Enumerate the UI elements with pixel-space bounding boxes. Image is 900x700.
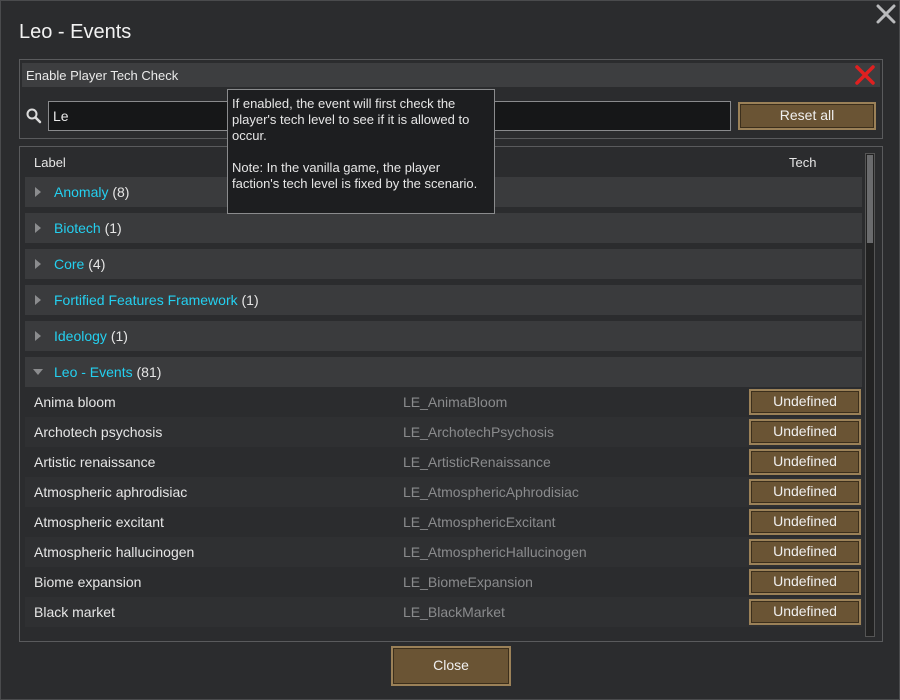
event-row: Anima bloom LE_AnimaBloom Undefined bbox=[25, 387, 862, 417]
tech-level-button[interactable]: Undefined bbox=[749, 449, 861, 475]
event-defname: LE_AtmosphericExcitant bbox=[403, 514, 556, 530]
scrollbar-thumb[interactable] bbox=[867, 155, 873, 243]
expand-arrow-icon bbox=[35, 223, 41, 233]
group-count: (1) bbox=[104, 220, 122, 236]
list-scrollbar[interactable] bbox=[865, 153, 875, 637]
event-row: Archotech psychosis LE_ArchotechPsychosi… bbox=[25, 417, 862, 447]
group-ideology[interactable]: Ideology (1) bbox=[25, 321, 862, 351]
close-button[interactable]: Close bbox=[391, 646, 511, 686]
search-icon bbox=[26, 108, 42, 124]
toggle-off-x-icon[interactable] bbox=[854, 65, 876, 85]
events-list: Label Tech Anomaly (8) Biotech (1) Core … bbox=[19, 146, 883, 642]
group-name: Core bbox=[54, 256, 85, 272]
event-label: Biome expansion bbox=[34, 574, 142, 590]
event-defname: LE_ArchotechPsychosis bbox=[403, 424, 554, 440]
events-dialog: Leo - Events Enable Player Tech Check Re… bbox=[0, 0, 900, 700]
dialog-title: Leo - Events bbox=[19, 21, 132, 43]
group-name: Biotech bbox=[54, 220, 101, 236]
group-count: (1) bbox=[241, 292, 259, 308]
event-label: Black market bbox=[34, 604, 115, 620]
tech-level-button[interactable]: Undefined bbox=[749, 389, 861, 415]
group-fortified-features[interactable]: Fortified Features Framework (1) bbox=[25, 285, 862, 315]
tech-level-button[interactable]: Undefined bbox=[749, 599, 861, 625]
event-label: Atmospheric aphrodisiac bbox=[34, 484, 188, 500]
event-label: Atmospheric hallucinogen bbox=[34, 544, 195, 560]
event-label: Atmospheric excitant bbox=[34, 514, 164, 530]
group-count: (81) bbox=[136, 364, 162, 380]
event-defname: LE_AtmosphericHallucinogen bbox=[403, 544, 587, 560]
event-defname: LE_AnimaBloom bbox=[403, 394, 508, 410]
tech-level-button[interactable]: Undefined bbox=[749, 479, 861, 505]
group-name: Leo - Events bbox=[54, 364, 133, 380]
event-row: Artistic renaissance LE_ArtisticRenaissa… bbox=[25, 447, 862, 477]
tech-level-button[interactable]: Undefined bbox=[749, 539, 861, 565]
group-name: Fortified Features Framework bbox=[54, 292, 238, 308]
event-defname: LE_BiomeExpansion bbox=[403, 574, 533, 590]
expand-arrow-icon bbox=[35, 187, 41, 197]
group-core[interactable]: Core (4) bbox=[25, 249, 862, 279]
group-name: Ideology bbox=[54, 328, 107, 344]
group-count: (1) bbox=[110, 328, 128, 344]
tech-level-button[interactable]: Undefined bbox=[749, 569, 861, 595]
event-row: Atmospheric hallucinogen LE_AtmosphericH… bbox=[25, 537, 862, 567]
group-count: (4) bbox=[88, 256, 106, 272]
event-row: Black market LE_BlackMarket Undefined bbox=[25, 597, 862, 627]
event-label: Anima bloom bbox=[34, 394, 116, 410]
tech-level-button[interactable]: Undefined bbox=[749, 419, 861, 445]
column-header-label: Label bbox=[34, 155, 66, 170]
event-label: Archotech psychosis bbox=[34, 424, 163, 440]
collapse-arrow-icon bbox=[33, 369, 43, 375]
player-tech-check-toggle[interactable]: Enable Player Tech Check bbox=[22, 63, 880, 87]
column-header-tech: Tech bbox=[789, 155, 817, 170]
group-name: Anomaly bbox=[54, 184, 109, 200]
reset-all-button[interactable]: Reset all bbox=[738, 102, 876, 130]
event-row: Atmospheric excitant LE_AtmosphericExcit… bbox=[25, 507, 862, 537]
tech-level-button[interactable]: Undefined bbox=[749, 509, 861, 535]
group-count: (8) bbox=[112, 184, 130, 200]
event-row: Atmospheric aphrodisiac LE_AtmosphericAp… bbox=[25, 477, 862, 507]
expand-arrow-icon bbox=[35, 331, 41, 341]
event-label: Artistic renaissance bbox=[34, 454, 156, 470]
toggle-label: Enable Player Tech Check bbox=[26, 68, 179, 83]
event-defname: LE_AtmosphericAphrodisiac bbox=[403, 484, 579, 500]
group-biotech[interactable]: Biotech (1) bbox=[25, 213, 862, 243]
close-dialog-icon[interactable] bbox=[875, 3, 897, 25]
group-leo-events[interactable]: Leo - Events (81) bbox=[25, 357, 862, 387]
event-defname: LE_BlackMarket bbox=[403, 604, 505, 620]
tech-check-tooltip: If enabled, the event will first check t… bbox=[227, 89, 495, 214]
event-row: Biome expansion LE_BiomeExpansion Undefi… bbox=[25, 567, 862, 597]
expand-arrow-icon bbox=[35, 295, 41, 305]
expand-arrow-icon bbox=[35, 259, 41, 269]
event-defname: LE_ArtisticRenaissance bbox=[403, 454, 551, 470]
